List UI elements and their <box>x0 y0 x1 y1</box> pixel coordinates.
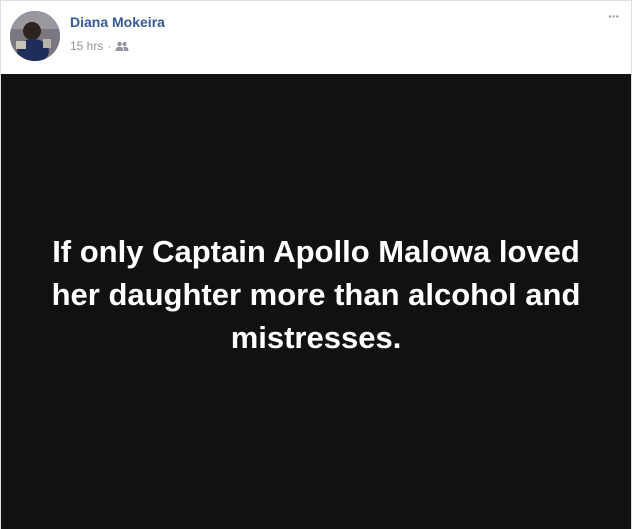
post-header: Diana Mokeira 15 hrs · ··· <box>1 1 631 74</box>
friends-icon[interactable] <box>115 41 129 52</box>
post-text: If only Captain Apollo Malowa loved her … <box>51 234 581 355</box>
avatar-photo <box>10 11 60 61</box>
post-meta: 15 hrs · <box>70 39 129 53</box>
feed-post: Diana Mokeira 15 hrs · ··· If only Capta… <box>0 0 632 529</box>
text-post-background: If only Captain Apollo Malowa loved her … <box>1 74 631 529</box>
more-options-ellipsis-icon[interactable]: ··· <box>608 9 620 23</box>
author-name-link[interactable]: Diana Mokeira <box>70 14 165 30</box>
meta-separator: · <box>107 39 112 53</box>
post-timestamp-link[interactable]: 15 hrs <box>70 39 103 53</box>
author-avatar[interactable] <box>10 11 60 61</box>
